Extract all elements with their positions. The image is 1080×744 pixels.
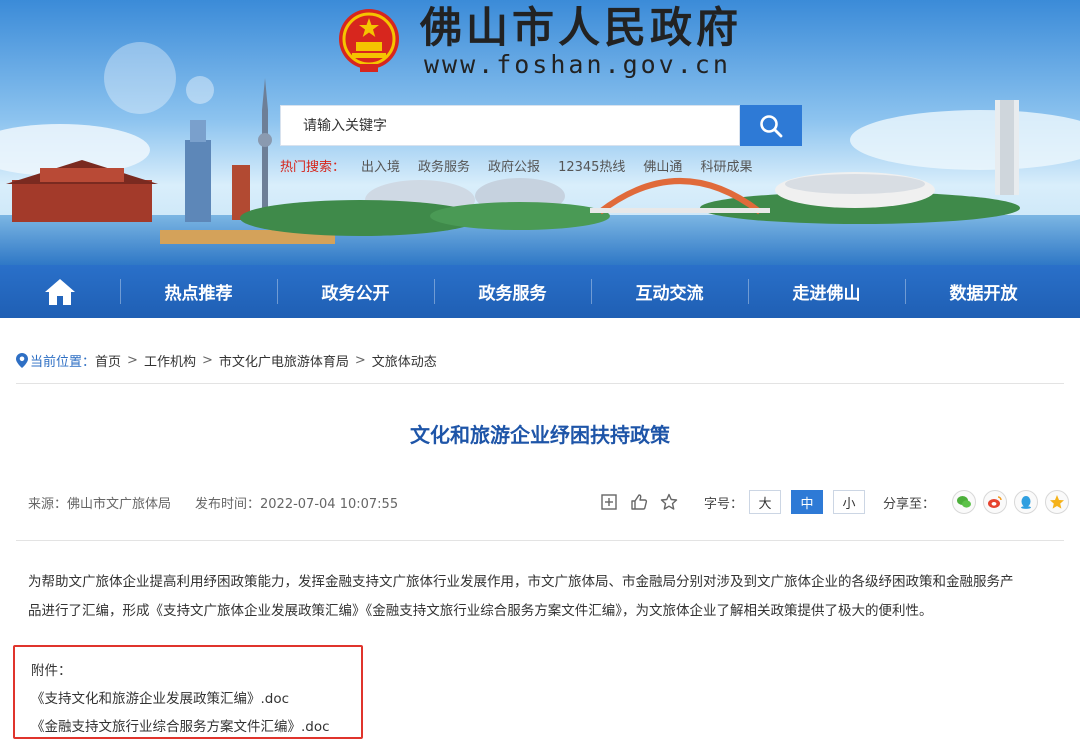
nav-item-about[interactable]: 走进佛山 bbox=[748, 265, 905, 318]
divider bbox=[16, 540, 1064, 541]
main-nav: 热点推荐 政务公开 政务服务 互动交流 走进佛山 数据开放 bbox=[0, 265, 1080, 318]
attachments-label: 附件： bbox=[31, 663, 72, 679]
search-input[interactable] bbox=[281, 106, 739, 145]
breadcrumb-separator: > bbox=[127, 352, 138, 368]
qzone-star-icon bbox=[1050, 495, 1065, 509]
breadcrumb-agencies[interactable]: 工作机构 bbox=[144, 351, 196, 370]
article-title: 文化和旅游企业纾困扶持政策 bbox=[410, 423, 670, 447]
qq-icon bbox=[1021, 496, 1032, 509]
search-icon bbox=[760, 114, 783, 137]
hot-search-bar: 热门搜索： 出入境 政务服务 政府公报 12345热线 佛山通 科研成果 bbox=[280, 155, 770, 175]
nav-home-button[interactable] bbox=[0, 265, 120, 318]
search-button[interactable] bbox=[740, 105, 802, 146]
publish-time: 发布时间：2022-07-04 10:07:55 bbox=[195, 496, 399, 512]
attachment-link[interactable]: 《支持文化和旅游企业发展政策汇编》.doc bbox=[31, 685, 361, 713]
attachments-box: 附件： 《支持文化和旅游企业发展政策汇编》.doc 《金融支持文旅行业综合服务方… bbox=[13, 645, 363, 739]
search-box bbox=[280, 105, 740, 146]
site-title: 佛山市人民政府 bbox=[420, 3, 743, 52]
article-body: 为帮助文广旅体企业提高利用纾困政策能力，发挥金融支持文广旅体行业发展作用，市文广… bbox=[28, 568, 1058, 626]
hot-search-item[interactable]: 出入境 bbox=[361, 156, 400, 175]
like-button[interactable] bbox=[628, 491, 650, 513]
divider bbox=[16, 383, 1064, 384]
breadcrumb-separator: > bbox=[354, 352, 366, 368]
breadcrumb-home[interactable]: 首页 bbox=[95, 351, 121, 370]
star-icon bbox=[660, 493, 678, 510]
nav-item-hot[interactable]: 热点推荐 bbox=[120, 265, 277, 318]
nav-item-interact[interactable]: 互动交流 bbox=[591, 265, 748, 318]
hot-search-item[interactable]: 政务服务 bbox=[418, 156, 470, 175]
nav-item-services[interactable]: 政务服务 bbox=[434, 265, 591, 318]
location-pin-icon bbox=[16, 352, 28, 368]
share-weibo-button[interactable] bbox=[983, 490, 1008, 514]
hot-search-item[interactable]: 佛山通 bbox=[643, 156, 682, 175]
share-wechat-button[interactable] bbox=[952, 490, 977, 514]
thumbs-up-icon bbox=[631, 494, 648, 510]
weibo-icon bbox=[988, 496, 1002, 508]
hot-search-label: 热门搜索： bbox=[280, 159, 346, 175]
breadcrumb-label: 当前位置： bbox=[30, 354, 96, 370]
print-icon bbox=[601, 494, 617, 510]
national-emblem-icon bbox=[336, 6, 402, 76]
share-qzone-button[interactable] bbox=[1045, 490, 1070, 514]
breadcrumb-bureau[interactable]: 市文化广电旅游体育局 bbox=[219, 351, 349, 370]
home-icon bbox=[45, 278, 75, 305]
body-paragraph-line: 品进行了汇编，形成《支持文广旅体企业发展政策汇编》《金融支持文旅行业综合服务方案… bbox=[28, 603, 933, 619]
wechat-icon bbox=[957, 496, 972, 508]
nav-item-public[interactable]: 政务公开 bbox=[277, 265, 434, 318]
body-paragraph-line: 为帮助文广旅体企业提高利用纾困政策能力，发挥金融支持文广旅体行业发展作用，市文广… bbox=[28, 574, 1014, 590]
hot-search-item[interactable]: 12345热线 bbox=[558, 156, 625, 175]
article-meta: 来源：佛山市文广旅体局 发布时间：2022-07-04 10:07:55 bbox=[28, 492, 398, 512]
print-button[interactable] bbox=[598, 491, 620, 513]
site-header: 佛山市人民政府 www.foshan.gov.cn 热门搜索： 出入境 政务服务… bbox=[0, 0, 1080, 265]
article-source: 来源：佛山市文广旅体局 bbox=[28, 496, 172, 512]
breadcrumb-separator: > bbox=[201, 352, 213, 368]
article-tools: 字号： 大 中 小 分享至： bbox=[598, 489, 1070, 515]
font-size-label: 字号： bbox=[704, 496, 744, 512]
font-size-medium-button[interactable]: 中 bbox=[791, 490, 824, 514]
font-size-small-button[interactable]: 小 bbox=[833, 490, 866, 514]
favorite-button[interactable] bbox=[658, 491, 680, 513]
breadcrumb-news[interactable]: 文旅体动态 bbox=[372, 351, 437, 370]
breadcrumb: 当前位置： 首页 > 工作机构 > 市文化广电旅游体育局 > 文旅体动态 bbox=[16, 350, 437, 370]
share-label: 分享至： bbox=[883, 496, 936, 512]
nav-item-data[interactable]: 数据开放 bbox=[905, 265, 1062, 318]
share-qq-button[interactable] bbox=[1014, 490, 1039, 514]
attachment-link[interactable]: 《金融支持文旅行业综合服务方案文件汇编》.doc bbox=[31, 713, 361, 741]
site-url: www.foshan.gov.cn bbox=[424, 50, 731, 79]
hot-search-item[interactable]: 政府公报 bbox=[488, 156, 540, 175]
hot-search-item[interactable]: 科研成果 bbox=[700, 156, 752, 175]
font-size-large-button[interactable]: 大 bbox=[749, 490, 782, 514]
